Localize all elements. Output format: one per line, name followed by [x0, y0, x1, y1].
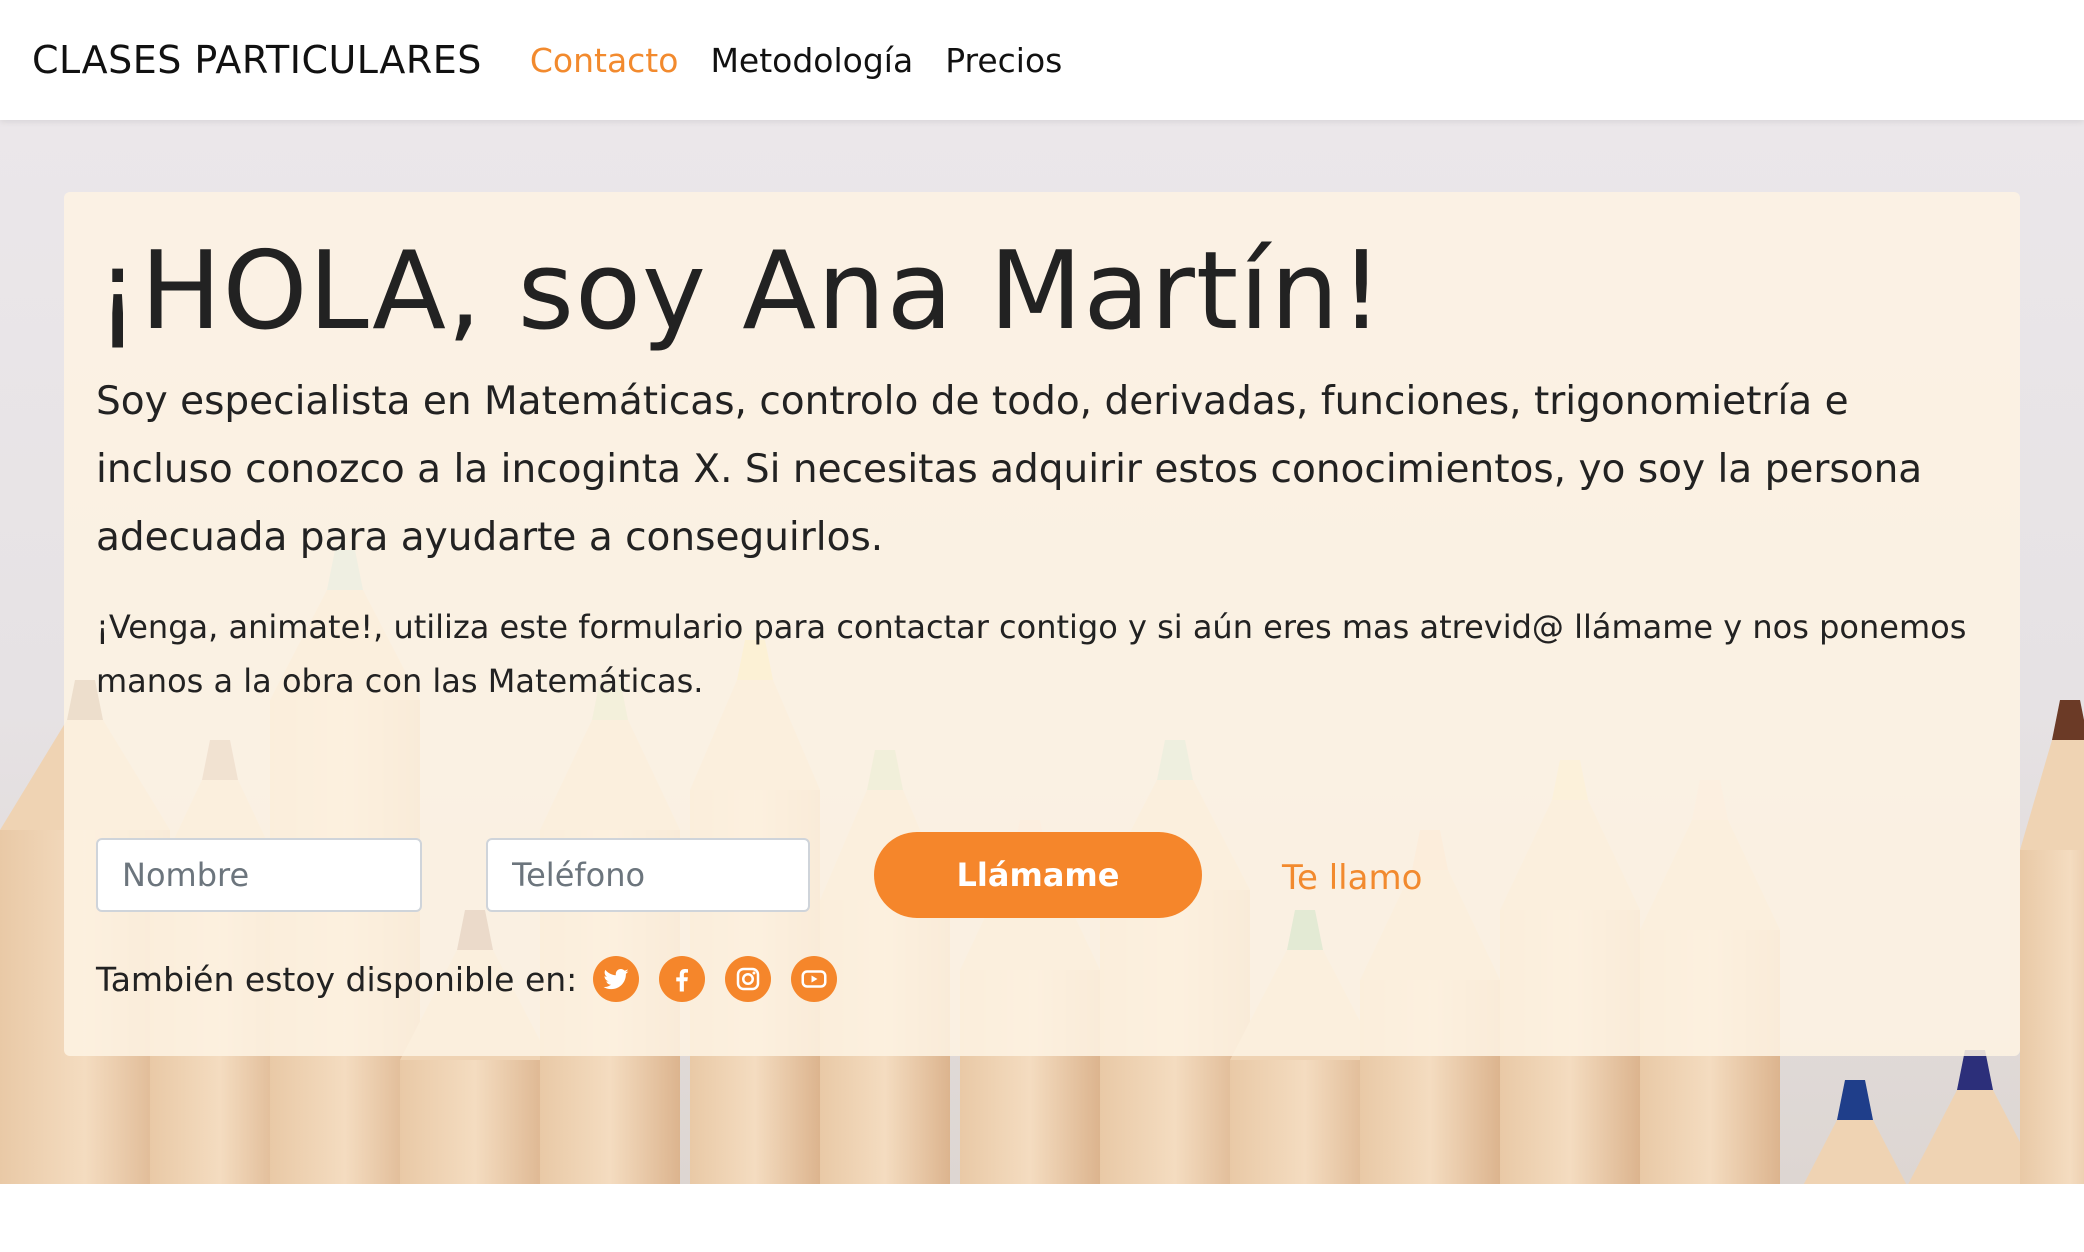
twitter-icon[interactable]: [593, 956, 640, 1002]
pencil-body: [1230, 1060, 1380, 1184]
social-links: También estoy disponible en:: [96, 956, 857, 1002]
pencil-body: [2020, 850, 2084, 1184]
brand-logo[interactable]: CLASES PARTICULARES: [32, 38, 482, 82]
nav-link-metodologia[interactable]: Metodología: [710, 41, 913, 80]
social-label: También estoy disponible en:: [96, 959, 578, 999]
instagram-icon[interactable]: [725, 956, 772, 1002]
navbar: CLASES PARTICULARES Contacto Metodología…: [0, 0, 2084, 120]
pencil-tip: [2052, 700, 2084, 740]
pencil-cone: [2020, 740, 2084, 850]
intro-lead-text: Soy especialista en Matemáticas, control…: [96, 379, 1923, 560]
nav-link-contacto[interactable]: Contacto: [530, 41, 679, 80]
call-me-button[interactable]: Llámame: [874, 832, 1202, 918]
name-input[interactable]: [96, 838, 422, 912]
pencil-tip: [1957, 1050, 1993, 1090]
intro-card: ¡HOLA, soy Ana Martín! Soy especialista …: [64, 192, 2020, 1056]
contact-form: Llámame Te llamo: [96, 832, 1422, 918]
intro-sub-text: ¡Venga, animate!, utiliza este formulari…: [96, 608, 1967, 700]
facebook-icon[interactable]: [659, 956, 706, 1002]
pencil-body: [400, 1060, 550, 1184]
pencil-tip: [1837, 1080, 1873, 1120]
nav-link-precios[interactable]: Precios: [945, 41, 1062, 80]
page-title: ¡HOLA, soy Ana Martín!: [96, 229, 1384, 354]
youtube-icon[interactable]: [791, 956, 838, 1002]
pencil-cone: [1803, 1120, 1907, 1184]
phone-input[interactable]: [486, 838, 810, 912]
hero-section: ¡HOLA, soy Ana Martín! Soy especialista …: [0, 120, 2084, 1184]
te-llamo-link[interactable]: Te llamo: [1282, 852, 1422, 898]
